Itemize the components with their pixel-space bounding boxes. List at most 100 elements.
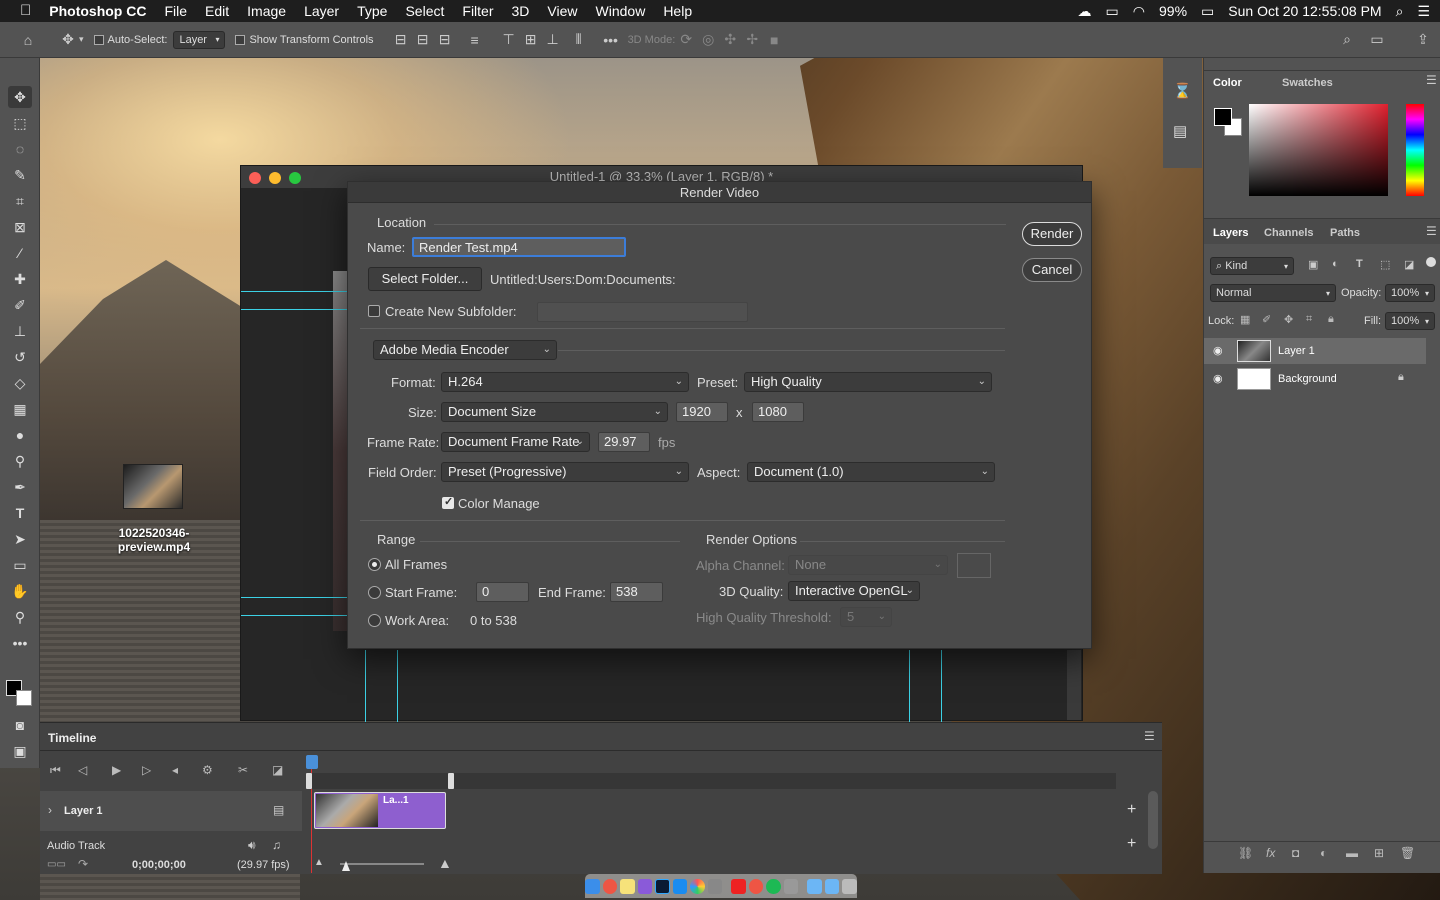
start-frame-field[interactable]: 0 xyxy=(476,582,529,602)
quick-select-tool-icon[interactable]: ✎ xyxy=(8,164,32,186)
select-folder-button[interactable]: Select Folder... xyxy=(368,267,482,291)
folder-icon[interactable] xyxy=(807,878,822,894)
zoom-tool-icon[interactable]: ⚲ xyxy=(8,606,32,628)
end-frame-field[interactable]: 538 xyxy=(610,582,663,602)
gradient-tool-icon[interactable]: ▦ xyxy=(8,398,32,420)
new-group-icon[interactable]: ▬ xyxy=(1346,846,1358,860)
menu-type[interactable]: Type xyxy=(348,0,396,22)
align-top-icon[interactable]: ⊤ xyxy=(498,31,520,48)
align-middle-icon[interactable]: ⊞ xyxy=(520,31,542,48)
pen-tool-icon[interactable]: ✒ xyxy=(8,476,32,498)
more-options-icon[interactable]: ••• xyxy=(600,32,622,48)
play-icon[interactable]: ▶ xyxy=(112,763,121,777)
photoshop-icon[interactable] xyxy=(655,878,670,894)
menu-select[interactable]: Select xyxy=(396,0,453,22)
menu-file[interactable]: File xyxy=(155,0,196,22)
add-audio-icon[interactable]: + xyxy=(1127,835,1136,853)
zoom-out-icon[interactable]: ▲ xyxy=(314,857,324,868)
fps-field[interactable]: 29.97 xyxy=(598,432,650,452)
finder-icon[interactable] xyxy=(584,878,600,894)
panel-menu-icon[interactable]: ☰ xyxy=(1426,73,1437,87)
start-frame-radio[interactable] xyxy=(368,586,381,599)
show-transform-checkbox[interactable] xyxy=(235,34,249,46)
filter-type-icon[interactable]: T xyxy=(1356,258,1363,270)
scrollbar[interactable] xyxy=(1067,650,1081,720)
format-dropdown[interactable]: H.264 ⌄ xyxy=(441,372,689,392)
more-tools-icon[interactable]: ••• xyxy=(8,632,32,654)
quick-mask-icon[interactable]: ◙ xyxy=(8,714,32,736)
menu-window[interactable]: Window xyxy=(587,0,655,22)
mute-audio-icon[interactable]: 🔊︎ xyxy=(248,838,256,853)
hand-tool-icon[interactable]: ✋ xyxy=(8,580,32,602)
work-area-start-handle[interactable] xyxy=(306,773,312,789)
system-preferences-icon[interactable] xyxy=(783,878,799,894)
render-video-icon[interactable]: ▭▭ xyxy=(47,859,66,870)
tab-paths[interactable]: Paths xyxy=(1330,227,1360,239)
layer-style-icon[interactable]: fx xyxy=(1266,846,1275,860)
panel-menu-icon[interactable]: ☰ xyxy=(1426,224,1437,238)
settings-gear-icon[interactable]: ⚙ xyxy=(202,763,213,777)
aspect-dropdown[interactable]: Document (1.0) ⌄ xyxy=(747,462,995,482)
new-layer-icon[interactable]: ⊞ xyxy=(1374,846,1384,860)
stamp-tool-icon[interactable]: ⊥ xyxy=(8,320,32,342)
opacity-field[interactable]: 100% ▾ xyxy=(1385,284,1435,302)
tab-swatches[interactable]: Swatches xyxy=(1282,77,1333,89)
dodge-tool-icon[interactable]: ⚲ xyxy=(8,450,32,472)
share-icon[interactable]: ⇪ xyxy=(1412,31,1434,48)
cancel-button[interactable]: Cancel xyxy=(1022,258,1082,282)
chevron-down-icon[interactable]: ▾ xyxy=(79,34,84,45)
link-layers-icon[interactable]: ⛓ xyxy=(1238,846,1253,860)
tab-channels[interactable]: Channels xyxy=(1264,227,1314,239)
lock-artboard-icon[interactable]: ⌗ xyxy=(1306,313,1312,326)
layer-kind-filter[interactable]: ⌕ Kind ▾ xyxy=(1210,257,1294,275)
wifi-icon[interactable]: ◠ xyxy=(1133,3,1145,20)
align-right-icon[interactable]: ⊟ xyxy=(434,31,456,48)
foreground-color-swatch[interactable] xyxy=(1214,108,1232,126)
render-button[interactable]: Render xyxy=(1022,222,1082,246)
filter-shape-icon[interactable]: ⬚ xyxy=(1380,258,1390,271)
preset-dropdown[interactable]: High Quality ⌄ xyxy=(744,372,992,392)
fill-field[interactable]: 100% ▾ xyxy=(1385,312,1435,330)
distribute-icon[interactable]: ≡ xyxy=(464,32,486,48)
zoom-slider[interactable] xyxy=(340,863,424,865)
menu-view[interactable]: View xyxy=(538,0,586,22)
app-menu[interactable]: Photoshop CC xyxy=(40,0,155,22)
layer-row-background[interactable]: ◉ Background 🔒︎ xyxy=(1204,366,1426,392)
chrome-icon[interactable] xyxy=(602,878,618,894)
zoom-window-button[interactable] xyxy=(289,172,301,184)
align-left-icon[interactable]: ⊟ xyxy=(390,31,412,48)
previous-frame-icon[interactable]: ◁ xyxy=(78,763,87,777)
spotify-icon[interactable] xyxy=(766,878,781,894)
desktop-file-thumbnail[interactable] xyxy=(123,464,183,509)
airplay-icon[interactable]: ▭ xyxy=(1106,3,1119,20)
move-tool-icon[interactable]: ✥ xyxy=(8,86,32,108)
lock-position-icon[interactable]: ✥ xyxy=(1284,313,1293,326)
history-icon[interactable]: ⌛ xyxy=(1173,82,1192,100)
add-media-icon[interactable]: + xyxy=(1127,801,1136,819)
youtube-icon[interactable] xyxy=(731,878,746,894)
crop-tool-icon[interactable]: ⌗ xyxy=(8,190,32,212)
encoder-dropdown[interactable]: Adobe Media Encoder ⌄ xyxy=(373,340,557,360)
search-icon[interactable]: ⌕ xyxy=(1336,31,1358,48)
background-color-swatch[interactable] xyxy=(16,690,32,706)
width-field[interactable]: 1920 xyxy=(676,402,728,422)
history-brush-tool-icon[interactable]: ↺ xyxy=(8,346,32,368)
lock-image-icon[interactable]: ✐ xyxy=(1262,313,1271,326)
menu-help[interactable]: Help xyxy=(654,0,701,22)
visibility-eye-icon[interactable]: ◉ xyxy=(1213,344,1223,357)
lock-all-icon[interactable]: 🔒︎ xyxy=(1328,313,1334,326)
filter-toggle[interactable] xyxy=(1426,257,1436,267)
menu-layer[interactable]: Layer xyxy=(295,0,348,22)
align-center-icon[interactable]: ⊟ xyxy=(412,31,434,48)
lasso-tool-icon[interactable]: ◌ xyxy=(8,138,32,160)
marquee-tool-icon[interactable]: ⬚ xyxy=(8,112,32,134)
menu-3d[interactable]: 3D xyxy=(503,0,539,22)
panel-menu-icon[interactable]: ☰ xyxy=(1144,729,1155,743)
adjustment-layer-icon[interactable]: ◐ xyxy=(1320,846,1327,860)
eraser-tool-icon[interactable]: ◇ xyxy=(8,372,32,394)
frame-rate-dropdown[interactable]: Document Frame Rate ⌄ xyxy=(441,432,590,452)
zoom-in-icon[interactable]: ▲ xyxy=(438,855,452,871)
apple-menu[interactable]:  xyxy=(0,0,40,22)
healing-tool-icon[interactable]: ✚ xyxy=(8,268,32,290)
menu-filter[interactable]: Filter xyxy=(453,0,502,22)
